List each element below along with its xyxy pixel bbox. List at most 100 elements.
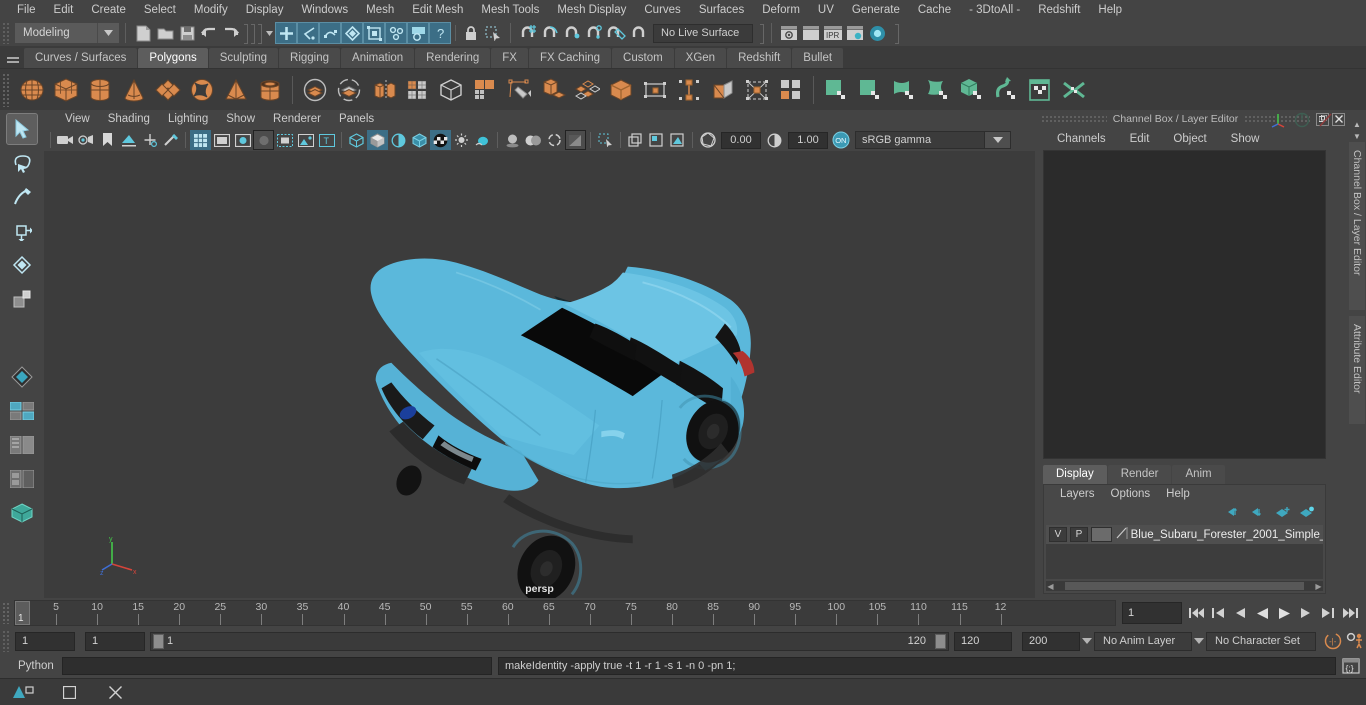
chevron-down-icon[interactable] — [263, 22, 275, 44]
bookmark-camera-icon[interactable] — [97, 130, 118, 150]
command-input[interactable] — [62, 657, 492, 675]
layer-menu-layers[interactable]: Layers — [1052, 485, 1103, 503]
menu-item-curves[interactable]: Curves — [635, 0, 689, 20]
shelf-tab-animation[interactable]: Animation — [341, 48, 415, 68]
move-tool[interactable] — [7, 216, 37, 246]
select-help-icon[interactable]: ? — [429, 22, 451, 44]
shelf-tab-redshift[interactable]: Redshift — [727, 48, 792, 68]
poly-sphere-icon[interactable] — [15, 73, 49, 107]
window-restore-icon[interactable] — [46, 679, 92, 705]
select-by-edge-icon[interactable] — [363, 22, 385, 44]
select-by-object-icon[interactable] — [297, 22, 319, 44]
extrude-icon[interactable] — [502, 73, 536, 107]
separate-icon[interactable] — [400, 73, 434, 107]
save-scene-icon[interactable] — [176, 22, 198, 44]
undo-icon[interactable] — [198, 22, 220, 44]
channel-box-menu-show[interactable]: Show — [1219, 128, 1272, 150]
scroll-thumb[interactable] — [1065, 582, 1304, 590]
maya-app-icon[interactable] — [0, 679, 46, 705]
scroll-left-icon[interactable]: ◀ — [1046, 582, 1055, 591]
collapse-handle[interactable] — [249, 23, 256, 44]
layer-row[interactable]: V P Blue_Subaru_Forester_2001_Simple_In — [1046, 525, 1323, 544]
range-slider-grip[interactable] — [2, 630, 11, 652]
image-plane-icon[interactable] — [118, 130, 139, 150]
shelf-grip[interactable] — [2, 72, 11, 107]
xray-icon[interactable] — [625, 130, 646, 150]
poly-cone-icon[interactable] — [117, 73, 151, 107]
menu-item-cache[interactable]: Cache — [909, 0, 960, 20]
boolean-union-icon[interactable] — [298, 73, 332, 107]
grid-toggle-icon[interactable] — [190, 130, 211, 150]
layer-visibility-toggle[interactable]: V — [1049, 527, 1067, 542]
redo-render-icon[interactable] — [800, 22, 822, 44]
last-tool-used[interactable] — [7, 362, 37, 392]
rotate-tool[interactable] — [7, 250, 37, 280]
shelf-tab-custom[interactable]: Custom — [612, 48, 674, 68]
poly-pipe-icon[interactable] — [253, 73, 287, 107]
camera-attributes-icon[interactable] — [76, 130, 97, 150]
viewport-menu-panels[interactable]: Panels — [330, 110, 383, 129]
poly-plane-icon[interactable] — [185, 73, 219, 107]
uv-spherical-icon[interactable] — [921, 73, 955, 107]
side-tab-attribute-editor[interactable]: Attribute Editor — [1349, 316, 1365, 424]
offset-edge-loop-icon[interactable] — [706, 73, 740, 107]
layer-menu-help[interactable]: Help — [1158, 485, 1198, 503]
isolate-select-icon[interactable] — [595, 130, 616, 150]
open-scene-icon[interactable] — [154, 22, 176, 44]
select-by-component-icon[interactable] — [319, 22, 341, 44]
anim-layer-select[interactable]: No Anim Layer — [1094, 631, 1192, 651]
layer-playback-toggle[interactable]: P — [1069, 527, 1088, 542]
time-slider[interactable]: 1 5 10 15 20 25 30 35 40 45 50 55 60 65 70 75 80 85 90 95 1… — [14, 600, 1116, 626]
hypershade-icon[interactable] — [866, 22, 888, 44]
select-by-face-icon[interactable] — [385, 22, 407, 44]
uv-automatic-icon[interactable] — [955, 73, 989, 107]
menu-item-edit[interactable]: Edit — [45, 0, 83, 20]
live-surface-field[interactable]: No Live Surface — [653, 23, 753, 43]
smooth-shade-all-icon[interactable] — [367, 130, 388, 150]
menu-item-display[interactable]: Display — [237, 0, 293, 20]
step-forward-keyframe-icon[interactable] — [1318, 602, 1338, 624]
slash-marker-icon[interactable] — [1318, 112, 1334, 131]
redo-icon[interactable] — [220, 22, 242, 44]
command-language-label[interactable]: Python — [0, 660, 62, 672]
range-start-input[interactable] — [15, 631, 75, 651]
menu-item-surfaces[interactable]: Surfaces — [690, 0, 753, 20]
select-by-hierarchy-icon[interactable] — [275, 22, 297, 44]
grease-pencil-icon[interactable] — [160, 130, 181, 150]
play-forwards-icon[interactable] — [1274, 602, 1294, 624]
layer-tab-display[interactable]: Display — [1043, 465, 1107, 484]
uv-layout-icon[interactable] — [1023, 73, 1057, 107]
uv-editor-icon[interactable] — [819, 73, 853, 107]
persp-outliner-layout[interactable] — [7, 430, 37, 460]
lasso-select-tool[interactable] — [7, 148, 37, 178]
layer-list[interactable]: V P Blue_Subaru_Forester_2001_Simple_In — [1046, 525, 1323, 579]
collapse-handle[interactable] — [758, 23, 765, 44]
make-live-icon[interactable] — [627, 22, 649, 44]
new-scene-icon[interactable] — [132, 22, 154, 44]
combine-icon[interactable] — [366, 73, 400, 107]
menu-item-windows[interactable]: Windows — [292, 0, 357, 20]
move-layer-down-icon[interactable] — [1252, 506, 1267, 521]
mirror-icon[interactable] — [468, 73, 502, 107]
collapse-handle[interactable] — [242, 23, 249, 44]
chevron-down-icon[interactable] — [1192, 632, 1206, 651]
menu-item-mesh-display[interactable]: Mesh Display — [548, 0, 635, 20]
scroll-down-icon[interactable]: ▼ — [1350, 130, 1364, 142]
collapse-handle[interactable] — [893, 23, 900, 44]
auto-keyframe-icon[interactable]: -|- — [1322, 630, 1344, 652]
menu-item-deform[interactable]: Deform — [753, 0, 809, 20]
safe-title-icon[interactable]: T — [316, 130, 337, 150]
uv-cylindrical-icon[interactable] — [887, 73, 921, 107]
viewport-menu-show[interactable]: Show — [217, 110, 264, 129]
resolution-gate-icon[interactable] — [232, 130, 253, 150]
shelf-tab-fx[interactable]: FX — [491, 48, 528, 68]
gamma-icon[interactable] — [764, 130, 785, 150]
checkered-texture-icon[interactable] — [430, 130, 451, 150]
viewport-menu-shading[interactable]: Shading — [99, 110, 159, 129]
range-slider[interactable]: 1 120 — [150, 631, 949, 651]
wireframe-icon[interactable] — [346, 130, 367, 150]
uv-unfold-icon[interactable] — [989, 73, 1023, 107]
select-by-vertex-icon[interactable] — [341, 22, 363, 44]
current-time-indicator[interactable]: 1 — [15, 601, 30, 625]
four-view-layout[interactable] — [7, 396, 37, 426]
